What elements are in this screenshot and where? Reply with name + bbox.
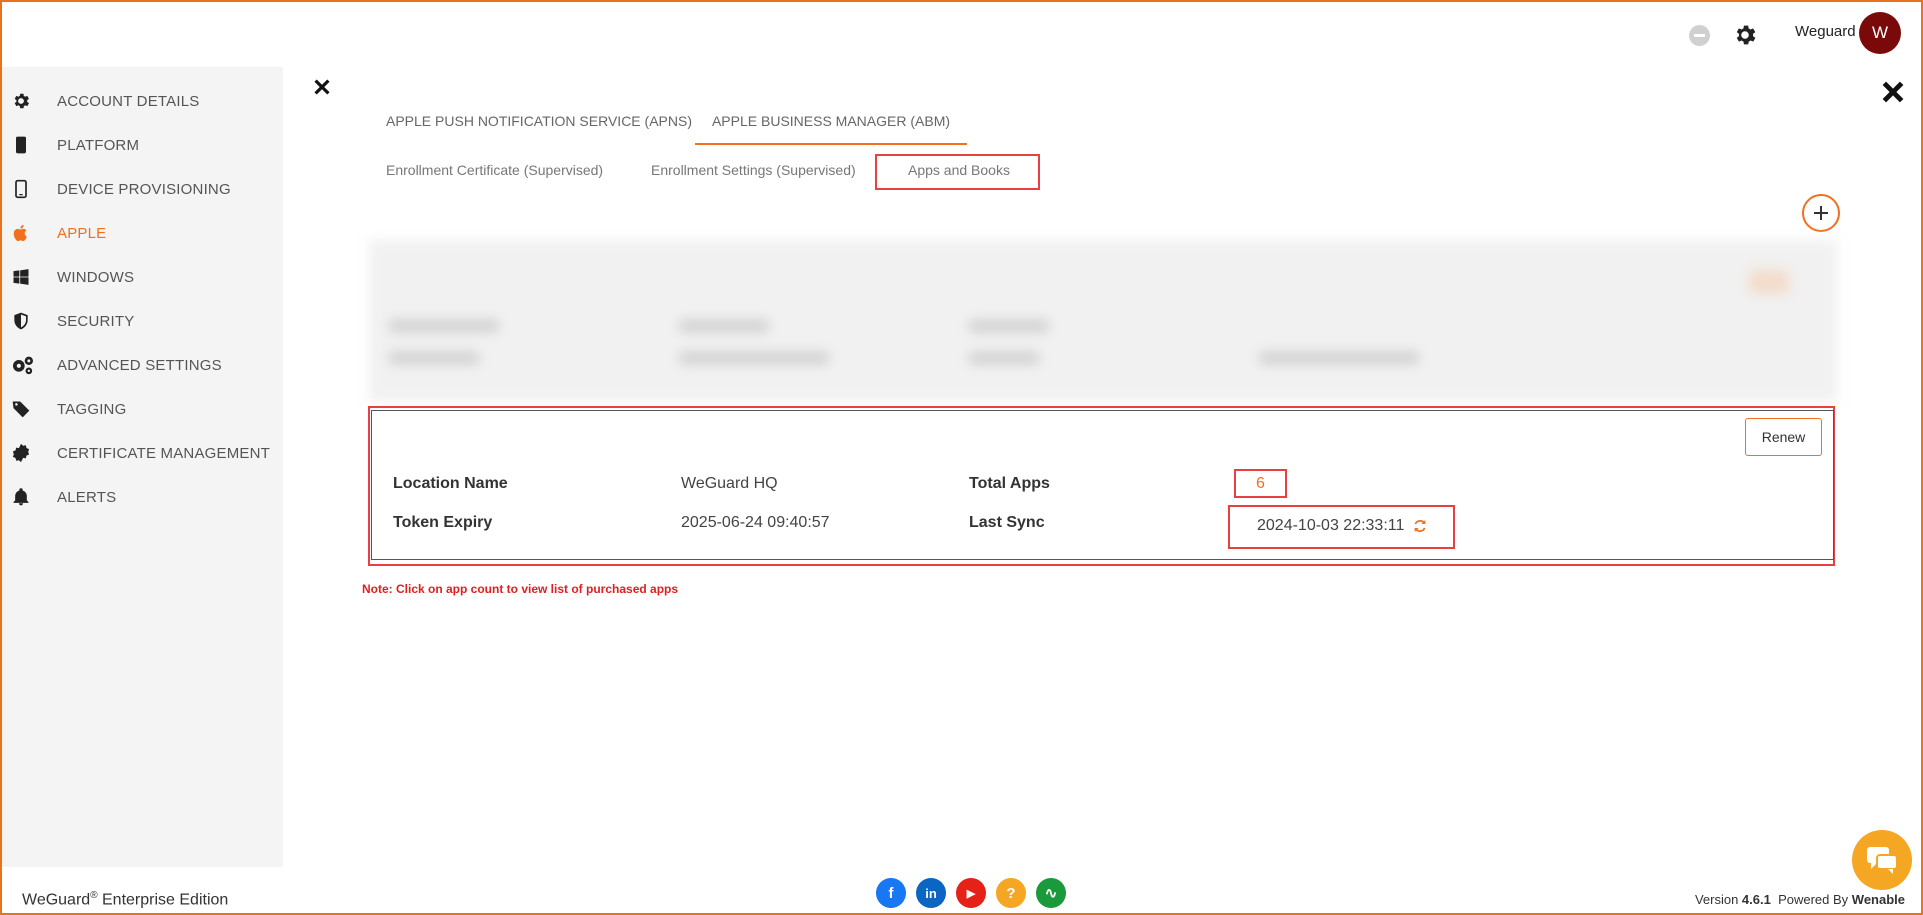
- help-glyph: ?: [1006, 884, 1016, 902]
- version-info: Version 4.6.1 Powered By Wenable: [1695, 892, 1905, 907]
- linkedin-icon[interactable]: in: [916, 878, 946, 908]
- version-number: 4.6.1: [1741, 892, 1771, 907]
- sidebar-item-security[interactable]: SECURITY: [2, 301, 283, 341]
- sidebar-item-label: ACCOUNT DETAILS: [57, 92, 200, 110]
- sidebar-item-device-provisioning[interactable]: DEVICE PROVISIONING: [2, 169, 283, 209]
- chat-button[interactable]: [1852, 830, 1912, 890]
- sidebar-item-advanced-settings[interactable]: ADVANCED SETTINGS: [2, 345, 283, 385]
- sidebar-item-label: ALERTS: [57, 488, 117, 506]
- sync-icon[interactable]: [1412, 518, 1428, 534]
- total-apps-count-link[interactable]: 6: [1256, 475, 1265, 493]
- note-text: Note: Click on app count to view list of…: [362, 582, 679, 596]
- activity-glyph: ∿: [1044, 885, 1058, 902]
- sidebar-item-label: DEVICE PROVISIONING: [57, 180, 231, 198]
- add-button[interactable]: [1802, 194, 1840, 232]
- chat-icon: [1867, 847, 1898, 874]
- highlight-box: [875, 154, 1040, 190]
- location-name-value: WeGuard HQ: [681, 475, 778, 492]
- sidebar-item-label: SECURITY: [57, 312, 135, 330]
- facebook-icon[interactable]: f: [876, 878, 906, 908]
- sidebar-item-label: APPLE: [57, 224, 107, 242]
- token-expiry-value: 2025-06-24 09:40:57: [681, 514, 830, 531]
- last-sync-value: 2024-10-03 22:33:11: [1257, 517, 1405, 534]
- youtube-glyph: ▶: [966, 887, 976, 900]
- sidebar-item-apple[interactable]: APPLE: [2, 213, 283, 253]
- close-icon[interactable]: [1880, 79, 1906, 105]
- token-card: [371, 410, 1834, 560]
- minimize-icon[interactable]: [1689, 25, 1710, 46]
- plus-icon: [1814, 206, 1828, 220]
- sidebar-item-windows[interactable]: WINDOWS: [2, 257, 283, 297]
- certificate-icon: [12, 443, 30, 463]
- blurred-region: [369, 240, 1837, 402]
- sidebar-item-label: ADVANCED SETTINGS: [57, 356, 222, 374]
- youtube-icon[interactable]: ▶: [956, 878, 986, 908]
- token-expiry-label: Token Expiry: [393, 514, 493, 531]
- sidebar-item-account-details[interactable]: ACCOUNT DETAILS: [2, 81, 283, 121]
- gear-icon: [14, 93, 29, 109]
- settings-gear-icon[interactable]: [1732, 22, 1758, 48]
- renew-button[interactable]: Renew: [1745, 418, 1822, 456]
- tag-icon: [12, 401, 30, 418]
- edition-name: Enterprise Edition: [97, 891, 229, 909]
- subtab-enrollment-settings[interactable]: Enrollment Settings (Supervised): [651, 155, 856, 190]
- apple-icon: [13, 224, 27, 242]
- sidebar-item-tagging[interactable]: TAGGING: [2, 389, 283, 429]
- location-name-label: Location Name: [393, 475, 508, 492]
- bell-icon: [13, 488, 29, 506]
- close-panel-icon[interactable]: [311, 76, 333, 98]
- total-apps-label: Total Apps: [969, 475, 1050, 492]
- facebook-glyph: f: [888, 884, 894, 902]
- brand-name: WeGuard: [22, 891, 91, 909]
- last-sync-label: Last Sync: [969, 514, 1045, 531]
- activity-icon[interactable]: ∿: [1036, 878, 1066, 908]
- subtab-enrollment-certificate[interactable]: Enrollment Certificate (Supervised): [386, 155, 603, 190]
- sidebar-item-alerts[interactable]: ALERTS: [2, 477, 283, 517]
- sidebar-item-platform[interactable]: PLATFORM: [2, 125, 283, 165]
- tab-abm[interactable]: APPLE BUSINESS MANAGER (ABM): [695, 100, 967, 145]
- sidebar-item-label: WINDOWS: [57, 268, 135, 286]
- last-sync-row: 2024-10-03 22:33:11: [1257, 517, 1428, 535]
- help-icon[interactable]: ?: [996, 878, 1026, 908]
- gears-icon: [13, 356, 33, 375]
- windows-icon: [13, 269, 29, 285]
- sidebar: ACCOUNT DETAILS PLATFORM DEVICE PROVISIO…: [2, 67, 283, 867]
- registered-mark: ®: [90, 890, 98, 901]
- tab-apns[interactable]: APPLE PUSH NOTIFICATION SERVICE (APNS): [386, 100, 692, 145]
- version-prefix: Version: [1694, 892, 1742, 907]
- top-bar: Weguard W: [0, 0, 1923, 67]
- powered-prefix: Powered By: [1770, 892, 1852, 907]
- sidebar-item-label: CERTIFICATE MANAGEMENT: [57, 444, 271, 462]
- linkedin-glyph: in: [925, 885, 937, 901]
- mobile-icon: [15, 179, 27, 199]
- user-name[interactable]: Weguard: [1795, 23, 1856, 40]
- avatar[interactable]: W: [1859, 12, 1901, 54]
- shield-icon: [14, 312, 28, 330]
- phone-icon: [16, 136, 26, 154]
- powered-by-name: Wenable: [1851, 892, 1905, 907]
- sidebar-item-label: TAGGING: [57, 400, 127, 418]
- sidebar-item-certificate-management[interactable]: CERTIFICATE MANAGEMENT: [2, 433, 283, 473]
- sidebar-item-label: PLATFORM: [57, 136, 140, 154]
- edition-label: WeGuard® Enterprise Edition: [22, 890, 228, 909]
